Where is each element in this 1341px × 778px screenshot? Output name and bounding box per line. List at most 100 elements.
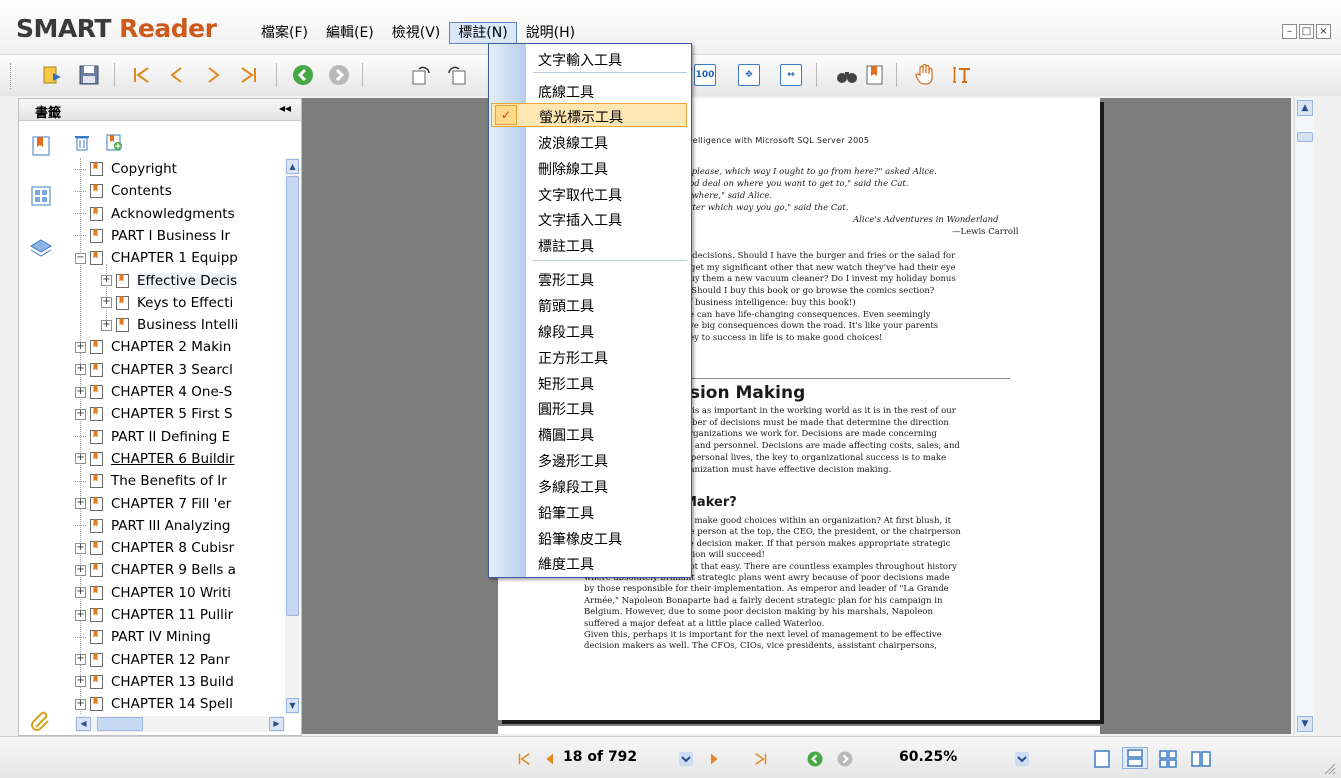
rotate-clockwise-button[interactable] (408, 62, 434, 88)
add-bookmark-button[interactable] (862, 62, 888, 88)
bookmark-item[interactable]: The Benefits of Ir (75, 470, 227, 492)
bookmark-item[interactable]: + CHAPTER 5 First S (75, 403, 233, 425)
hand-tool-button[interactable] (912, 62, 938, 88)
status-next-page-button[interactable] (704, 749, 724, 769)
bookmark-item[interactable]: Acknowledgments (75, 203, 235, 225)
close-button[interactable]: × (1316, 24, 1331, 39)
menu-item-annotation-tool[interactable]: 線段工具 (489, 318, 691, 342)
tab-thumbnails[interactable] (28, 183, 54, 209)
text-select-tool-button[interactable] (948, 62, 974, 88)
status-first-page-button[interactable] (514, 749, 534, 769)
bookmark-item[interactable]: + Keys to Effecti (101, 292, 233, 314)
bookmark-item[interactable]: + CHAPTER 4 One-S (75, 381, 232, 403)
bookmark-item[interactable]: PART IV Mining (75, 626, 211, 648)
toolbar-grip[interactable] (10, 63, 13, 89)
menu-item-annotation-tool[interactable]: 波浪線工具 (489, 129, 691, 153)
collapse-node-toggle[interactable]: − (75, 252, 86, 264)
tab-attachments[interactable] (28, 709, 54, 735)
facing-view-button[interactable] (1190, 749, 1212, 769)
expand-node-toggle[interactable]: + (75, 676, 86, 688)
doc-scroll-thumb[interactable] (1297, 132, 1313, 142)
menu-item-annotation-tool[interactable]: 矩形工具 (489, 370, 691, 394)
menu-item-annotation-tool[interactable]: 正方形工具 (489, 344, 691, 368)
fit-width-button[interactable]: ↔ (778, 62, 804, 88)
continuous-view-button[interactable] (1122, 747, 1148, 769)
previous-page-button[interactable] (164, 62, 190, 88)
tab-bookmarks[interactable] (28, 133, 54, 159)
menu-item-annotation-tool[interactable]: 文字輸入工具 (489, 46, 691, 70)
bookmark-item[interactable]: + CHAPTER 12 Panr (75, 649, 230, 671)
facing-continuous-view-button[interactable] (1158, 749, 1178, 769)
rotate-counterclockwise-button[interactable] (444, 62, 470, 88)
expand-node-toggle[interactable]: + (75, 609, 86, 621)
scroll-down-arrow[interactable]: ▼ (286, 698, 299, 713)
bookmark-tree-vertical-scrollbar[interactable]: ▲ ▼ (285, 158, 300, 714)
zoom-level-field[interactable]: 60.25% (899, 747, 999, 769)
bookmark-item[interactable]: + CHAPTER 7 Fill 'er (75, 493, 231, 515)
actual-size-button[interactable]: 100 (692, 62, 718, 88)
menu-item-annotation-tool[interactable]: 雲形工具 (489, 266, 691, 290)
menu-item-annotation-tool[interactable]: 維度工具 (489, 550, 691, 574)
page-number-field[interactable]: 18 of 792 (563, 747, 663, 769)
doc-scroll-down-arrow[interactable]: ▼ (1297, 716, 1313, 732)
scroll-thumb[interactable] (286, 176, 299, 616)
menu-item-annotation-tool[interactable]: 標註工具 (489, 232, 691, 256)
new-bookmark-button[interactable] (105, 133, 123, 155)
menu-item-annotation-tool[interactable]: 箭頭工具 (489, 292, 691, 316)
resize-grip[interactable] (1322, 761, 1336, 775)
menu-item-annotation-tool[interactable]: 文字插入工具 (489, 206, 691, 230)
bookmark-item[interactable]: − CHAPTER 1 Equipp (75, 247, 238, 269)
bookmark-item[interactable]: + CHAPTER 11 Pullir (75, 604, 233, 626)
menu-item-annotation-tool[interactable]: 多線段工具 (489, 473, 691, 497)
bookmark-item[interactable]: + CHAPTER 8 Cubisr (75, 537, 234, 559)
horizontal-scroll-thumb[interactable] (97, 717, 143, 731)
status-previous-page-button[interactable] (540, 749, 560, 769)
bookmark-item[interactable]: + CHAPTER 3 Searcl (75, 359, 233, 381)
menu-item-annotation-tool[interactable]: 鉛筆工具 (489, 499, 691, 523)
bookmark-item[interactable]: + Business Intelli (101, 314, 238, 336)
bookmark-item[interactable]: PART I Business Ir (75, 225, 230, 247)
menu-item-annotation-tool[interactable]: ✓ 螢光標示工具 (491, 103, 687, 127)
expand-node-toggle[interactable]: + (75, 408, 86, 420)
document-viewport[interactable]: ntelligence with Microsoft SQL Server 20… (302, 98, 1291, 734)
scroll-left-arrow[interactable]: ◀ (76, 717, 91, 731)
next-page-button[interactable] (200, 62, 226, 88)
expand-node-toggle[interactable]: + (101, 319, 112, 331)
bookmark-item[interactable]: PART III Analyzing (75, 515, 230, 537)
menu-view[interactable]: 檢視(V) (383, 22, 450, 44)
bookmark-item[interactable]: + CHAPTER 2 Makin (75, 336, 231, 358)
expand-node-toggle[interactable]: + (75, 564, 86, 576)
bookmark-item[interactable]: + CHAPTER 10 Writi (75, 582, 231, 604)
menu-edit[interactable]: 編輯(E) (317, 22, 383, 44)
expand-node-toggle[interactable]: + (75, 386, 86, 398)
minimize-button[interactable]: – (1282, 24, 1297, 39)
go-forward-button[interactable] (326, 62, 352, 88)
expand-node-toggle[interactable]: + (75, 698, 86, 710)
collapse-panel-button[interactable]: ◂◂ (279, 101, 291, 115)
expand-node-toggle[interactable]: + (75, 542, 86, 554)
menu-item-annotation-tool[interactable]: 橢圓工具 (489, 421, 691, 445)
zoom-dropdown-button[interactable] (1012, 749, 1032, 769)
menu-item-annotation-tool[interactable]: 鉛筆橡皮工具 (489, 525, 691, 549)
document-vertical-scrollbar[interactable]: ▲ ▼ (1294, 98, 1314, 734)
save-button[interactable] (76, 62, 102, 88)
fit-page-button[interactable]: ✥ (736, 62, 762, 88)
scroll-up-arrow[interactable]: ▲ (286, 159, 299, 174)
go-back-button[interactable] (290, 62, 316, 88)
bookmark-item[interactable]: + CHAPTER 14 Spell (75, 693, 233, 714)
bookmark-item[interactable]: PART II Defining E (75, 426, 230, 448)
expand-node-toggle[interactable]: + (75, 364, 86, 376)
delete-bookmark-button[interactable] (73, 133, 91, 155)
bookmark-item[interactable]: Contents (75, 180, 172, 202)
expand-node-toggle[interactable]: + (101, 275, 112, 286)
menu-item-annotation-tool[interactable]: 文字取代工具 (489, 181, 691, 205)
find-button[interactable] (834, 62, 860, 88)
menu-item-annotation-tool[interactable]: 多邊形工具 (489, 447, 691, 471)
first-page-button[interactable] (128, 62, 154, 88)
bookmark-item[interactable]: + CHAPTER 13 Build (75, 671, 234, 693)
expand-node-toggle[interactable]: + (75, 587, 86, 599)
status-go-back-button[interactable] (804, 749, 826, 769)
menu-item-annotation-tool[interactable]: 圓形工具 (489, 395, 691, 419)
menu-help[interactable]: 說明(H) (517, 22, 584, 44)
page-dropdown-button[interactable] (676, 749, 696, 769)
